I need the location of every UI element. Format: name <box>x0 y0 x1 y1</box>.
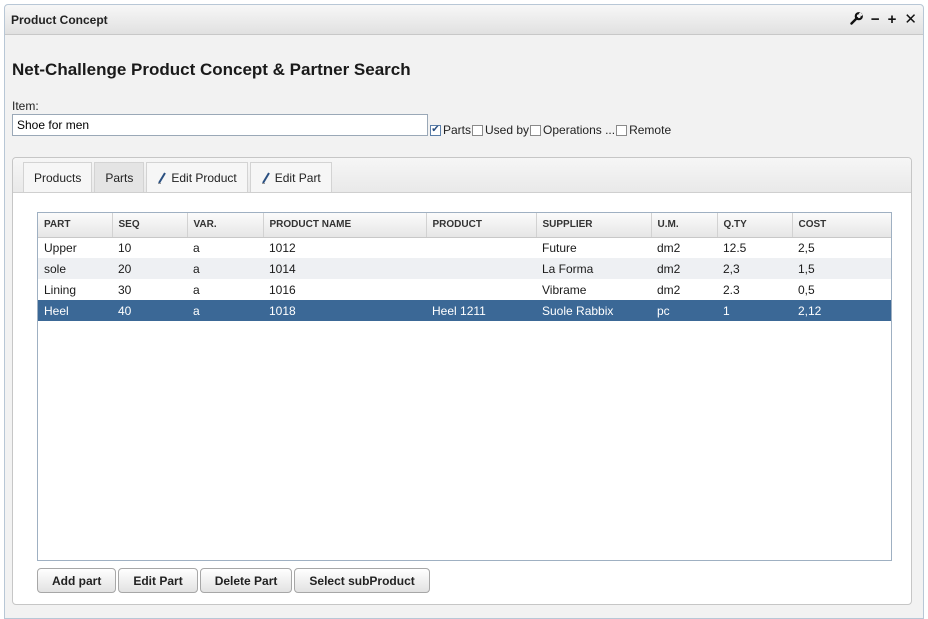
minimize-icon[interactable]: − <box>871 12 880 27</box>
table-cell: a <box>187 258 263 279</box>
tab-edit-product[interactable]: Edit Product <box>146 162 248 192</box>
remote-label: Remote <box>629 123 672 137</box>
table-cell: Lining <box>44 282 77 297</box>
table-cell: a <box>193 240 200 255</box>
column-header-product-name[interactable]: PRODUCT NAME <box>263 213 427 238</box>
tab-edit-part[interactable]: Edit Part <box>249 162 332 192</box>
table-cell: 1012 <box>269 240 296 255</box>
table-cell: Suole Rabbix <box>536 300 651 321</box>
parts-grid: PART SEQ VAR. PRODUCT NAME PRODUCT SUPPL… <box>37 212 892 561</box>
page-heading: Net-Challenge Product Concept & Partner … <box>12 60 411 79</box>
table-cell: 2,5 <box>798 240 815 255</box>
pencil-icon <box>157 171 167 184</box>
column-header-um[interactable]: U.M. <box>651 213 718 238</box>
tab-edit-part-label: Edit Part <box>274 170 321 185</box>
action-buttons: Add part Edit Part Delete Part Select su… <box>37 568 430 593</box>
parts-label: Parts <box>443 123 472 137</box>
table-cell: 1018 <box>263 300 426 321</box>
pencil-icon <box>261 171 271 184</box>
table-cell: 30 <box>118 282 132 297</box>
used-by-checkbox[interactable] <box>472 124 484 136</box>
table-cell: 2.3 <box>723 282 740 297</box>
table-cell: 40 <box>112 300 187 321</box>
table-cell: a <box>187 300 263 321</box>
table-cell: Future <box>542 240 577 255</box>
table-cell: 12.5 <box>723 240 747 255</box>
table-cell: 20 <box>112 258 187 279</box>
table-cell: 10 <box>118 240 132 255</box>
parts-checkbox[interactable]: ✔ <box>430 124 441 136</box>
table-row[interactable]: Lining 30 a 1016 Vibrame dm2 2.3 0,5 <box>38 279 891 300</box>
table-cell: Heel 1211 <box>426 300 536 321</box>
column-header-qty[interactable]: Q.TY <box>717 213 793 238</box>
table-cell: La Forma <box>536 258 651 279</box>
column-header-product[interactable]: PRODUCT <box>426 213 537 238</box>
operations-checkbox[interactable] <box>530 124 542 136</box>
tab-products-label: Products <box>34 170 82 185</box>
table-cell <box>426 258 536 279</box>
table-cell: 2,3 <box>717 258 792 279</box>
table-cell: Vibrame <box>542 282 587 297</box>
table-cell: Upper <box>44 240 77 255</box>
column-header-seq[interactable]: SEQ <box>112 213 188 238</box>
column-header-supplier[interactable]: SUPPLIER <box>536 213 652 238</box>
select-subproduct-button[interactable]: Select subProduct <box>294 568 430 593</box>
tab-parts[interactable]: Parts <box>94 162 145 192</box>
table-cell <box>426 237 536 258</box>
maximize-icon[interactable]: + <box>888 12 897 27</box>
used-by-label: Used by <box>485 123 530 137</box>
close-icon[interactable]: ✕ <box>904 12 917 27</box>
tab-products[interactable]: Products <box>23 162 93 192</box>
table-cell: 1016 <box>269 282 296 297</box>
table-row-selected[interactable]: Heel 40 a 1018 Heel 1211 Suole Rabbix pc… <box>38 300 891 321</box>
table-header-row: PART SEQ VAR. PRODUCT NAME PRODUCT SUPPL… <box>38 213 891 238</box>
table-cell: dm2 <box>657 282 681 297</box>
item-input[interactable] <box>12 114 428 136</box>
tab-edit-product-label: Edit Product <box>171 170 237 185</box>
parts-table: PART SEQ VAR. PRODUCT NAME PRODUCT SUPPL… <box>38 213 891 321</box>
column-header-part[interactable]: PART <box>38 213 113 238</box>
tab-parts-label: Parts <box>105 170 134 185</box>
table-row[interactable]: sole 20 a 1014 La Forma dm2 2,3 1,5 <box>38 258 891 279</box>
add-part-button[interactable]: Add part <box>37 568 117 593</box>
table-cell <box>426 279 536 300</box>
table-cell: 1,5 <box>792 258 891 279</box>
options-checkboxes: ✔ Parts Used by Operations ... Remote <box>430 123 672 137</box>
table-cell: 0,5 <box>798 282 815 297</box>
wrench-icon[interactable] <box>850 11 863 28</box>
table-cell: a <box>193 282 200 297</box>
panel-titlebar: Product Concept − + ✕ <box>5 5 923 35</box>
tab-container: Products Parts Edit Product Edit Part PA… <box>12 157 912 605</box>
table-cell: pc <box>651 300 717 321</box>
table-cell: sole <box>38 258 112 279</box>
item-label: Item: <box>12 99 39 113</box>
panel-title: Product Concept <box>11 12 108 27</box>
column-header-cost[interactable]: COST <box>792 213 891 238</box>
table-cell: Heel <box>38 300 112 321</box>
panel-tools: − + ✕ <box>850 11 917 28</box>
operations-label: Operations ... <box>543 123 616 137</box>
column-header-var[interactable]: VAR. <box>187 213 264 238</box>
table-cell: dm2 <box>651 258 717 279</box>
table-row[interactable]: Upper 10 a 1012 Future dm2 12.5 2,5 <box>38 237 891 258</box>
table-cell: 1 <box>717 300 792 321</box>
edit-part-button[interactable]: Edit Part <box>118 568 198 593</box>
table-cell: 1014 <box>263 258 426 279</box>
remote-checkbox[interactable] <box>616 124 628 136</box>
tab-strip: Products Parts Edit Product Edit Part <box>13 158 911 193</box>
delete-part-button[interactable]: Delete Part <box>199 568 293 593</box>
table-cell: dm2 <box>657 240 681 255</box>
table-cell: 2,12 <box>792 300 891 321</box>
